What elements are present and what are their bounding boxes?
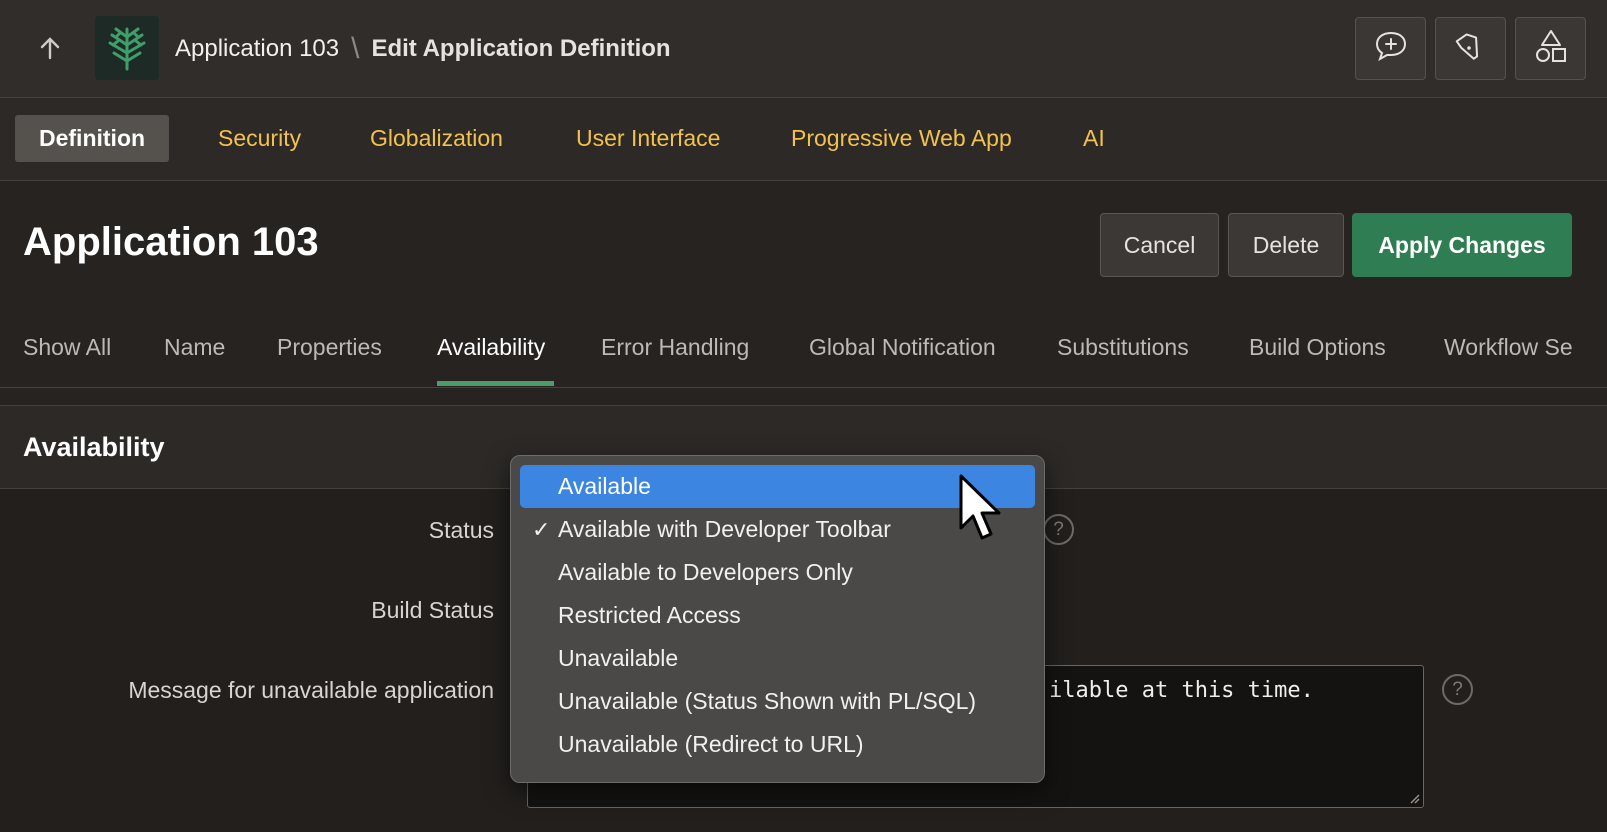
breadcrumb-app-link[interactable]: Application 103 bbox=[175, 35, 339, 63]
section-substitutions[interactable]: Substitutions bbox=[1057, 334, 1189, 361]
message-text: ilable at this time. bbox=[1049, 678, 1314, 703]
top-header: Application 103 \ Edit Application Defin… bbox=[0, 0, 1607, 98]
delete-button[interactable]: Delete bbox=[1228, 213, 1344, 277]
up-arrow-icon[interactable] bbox=[30, 28, 70, 68]
definition-tabbar: Definition Security Globalization User I… bbox=[0, 98, 1607, 181]
section-workflow[interactable]: Workflow Se bbox=[1444, 334, 1573, 361]
tab-user-interface[interactable]: User Interface bbox=[552, 115, 744, 162]
shared-components-button[interactable] bbox=[1515, 17, 1586, 80]
status-option-unavailable-plsql[interactable]: Unavailable (Status Shown with PL/SQL) bbox=[520, 680, 1035, 723]
resize-grip-icon[interactable] bbox=[1408, 792, 1420, 804]
section-show-all[interactable]: Show All bbox=[23, 334, 111, 361]
status-option-label: Unavailable (Status Shown with PL/SQL) bbox=[558, 688, 977, 714]
section-properties[interactable]: Properties bbox=[277, 334, 382, 361]
shapes-icon bbox=[1533, 28, 1569, 69]
page-title: Application 103 bbox=[23, 220, 319, 264]
tab-definition[interactable]: Definition bbox=[15, 115, 170, 162]
flashlight-icon bbox=[1453, 28, 1489, 69]
status-option-label: Available with Developer Toolbar bbox=[558, 516, 891, 542]
message-help-icon[interactable]: ? bbox=[1442, 674, 1473, 705]
breadcrumb-current: Edit Application Definition bbox=[371, 35, 671, 62]
status-option-developers-only[interactable]: Available to Developers Only bbox=[520, 551, 1035, 594]
status-option-label: Available bbox=[558, 473, 651, 499]
status-help-icon[interactable]: ? bbox=[1043, 514, 1074, 545]
tab-security[interactable]: Security bbox=[194, 115, 325, 162]
section-name[interactable]: Name bbox=[164, 334, 225, 361]
section-error-handling[interactable]: Error Handling bbox=[601, 334, 749, 361]
mouse-cursor-icon bbox=[959, 474, 1001, 540]
status-option-label: Restricted Access bbox=[558, 602, 741, 628]
region-title: Availability bbox=[23, 432, 165, 462]
status-option-label: Unavailable (Redirect to URL) bbox=[558, 731, 864, 757]
build-status-label: Build Status bbox=[371, 597, 494, 623]
status-label: Status bbox=[428, 517, 494, 543]
message-label: Message for unavailable application bbox=[128, 677, 494, 703]
section-nav: Show All Name Properties Availability Er… bbox=[0, 320, 1607, 388]
tab-ai[interactable]: AI bbox=[1059, 115, 1129, 162]
feedback-icon bbox=[1373, 29, 1409, 68]
status-option-label: Available to Developers Only bbox=[558, 559, 853, 585]
feedback-button[interactable] bbox=[1355, 17, 1426, 80]
apply-changes-button[interactable]: Apply Changes bbox=[1352, 213, 1572, 277]
section-global-notification[interactable]: Global Notification bbox=[809, 334, 996, 361]
search-tool-button[interactable] bbox=[1435, 17, 1506, 80]
app-logo-icon[interactable] bbox=[95, 16, 159, 80]
section-availability[interactable]: Availability bbox=[437, 334, 545, 361]
status-option-label: Unavailable bbox=[558, 645, 679, 671]
breadcrumb: Application 103 \ Edit Application Defin… bbox=[175, 32, 671, 65]
status-option-restricted-access[interactable]: Restricted Access bbox=[520, 594, 1035, 637]
section-build-options[interactable]: Build Options bbox=[1249, 334, 1386, 361]
active-section-underline bbox=[437, 381, 554, 386]
cancel-button[interactable]: Cancel bbox=[1100, 213, 1219, 277]
tab-globalization[interactable]: Globalization bbox=[346, 115, 527, 162]
breadcrumb-separator: \ bbox=[351, 32, 360, 65]
status-option-unavailable-redirect[interactable]: Unavailable (Redirect to URL) bbox=[520, 723, 1035, 766]
checkmark-icon: ✓ bbox=[532, 517, 551, 542]
tab-progressive-web-app[interactable]: Progressive Web App bbox=[767, 115, 1036, 162]
status-option-unavailable[interactable]: Unavailable bbox=[520, 637, 1035, 680]
